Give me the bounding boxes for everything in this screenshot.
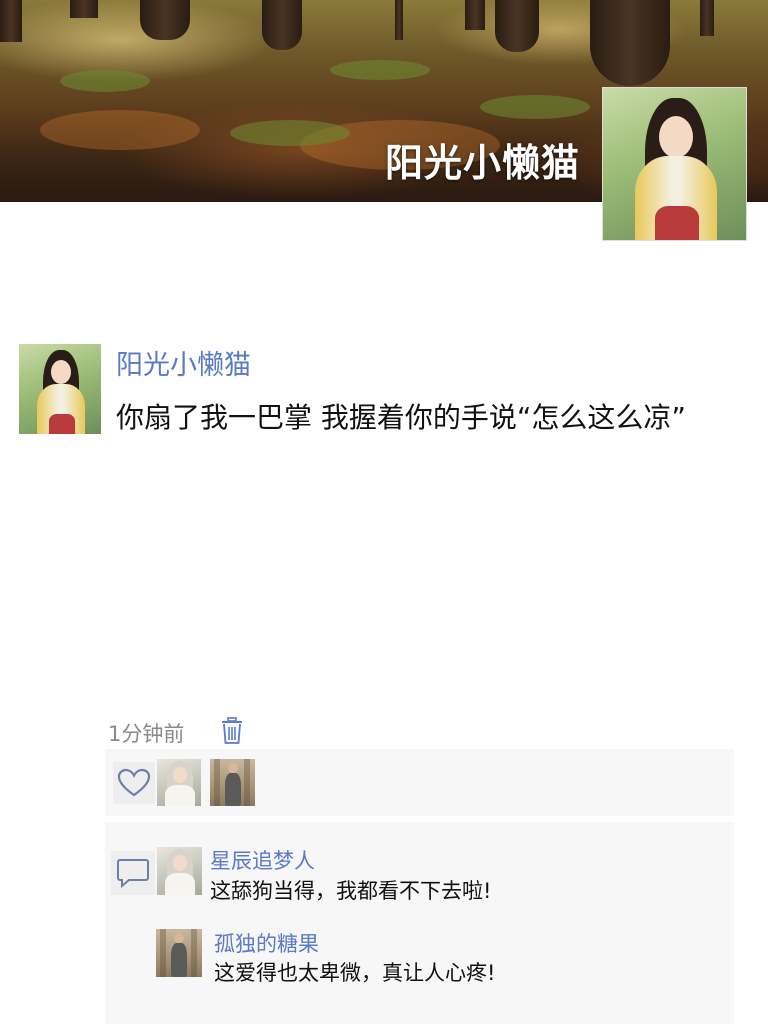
comment-text: 这爱得也太卑微，真让人心疼! bbox=[214, 961, 496, 985]
comment-avatar[interactable] bbox=[157, 847, 202, 895]
comment-author[interactable]: 星辰追梦人 bbox=[210, 845, 315, 875]
heart-icon[interactable] bbox=[113, 762, 155, 804]
trash-icon[interactable] bbox=[220, 716, 244, 746]
post-author-name[interactable]: 阳光小懒猫 bbox=[116, 343, 251, 382]
cover-username: 阳光小懒猫 bbox=[384, 141, 580, 185]
post-author-avatar[interactable] bbox=[19, 344, 101, 434]
comment-author[interactable]: 孤独的糖果 bbox=[214, 928, 319, 958]
comment-text: 这舔狗当得，我都看不下去啦! bbox=[210, 879, 492, 903]
profile-avatar[interactable] bbox=[602, 87, 747, 241]
post-timestamp: 1分钟前 bbox=[108, 722, 185, 746]
comment-avatar[interactable] bbox=[156, 929, 202, 977]
like-user-avatar[interactable] bbox=[210, 759, 255, 806]
comment-icon[interactable] bbox=[111, 851, 155, 895]
post-content: 你扇了我一巴掌 我握着你的手说“怎么这么凉” bbox=[116, 401, 686, 434]
like-user-avatar[interactable] bbox=[157, 759, 201, 806]
